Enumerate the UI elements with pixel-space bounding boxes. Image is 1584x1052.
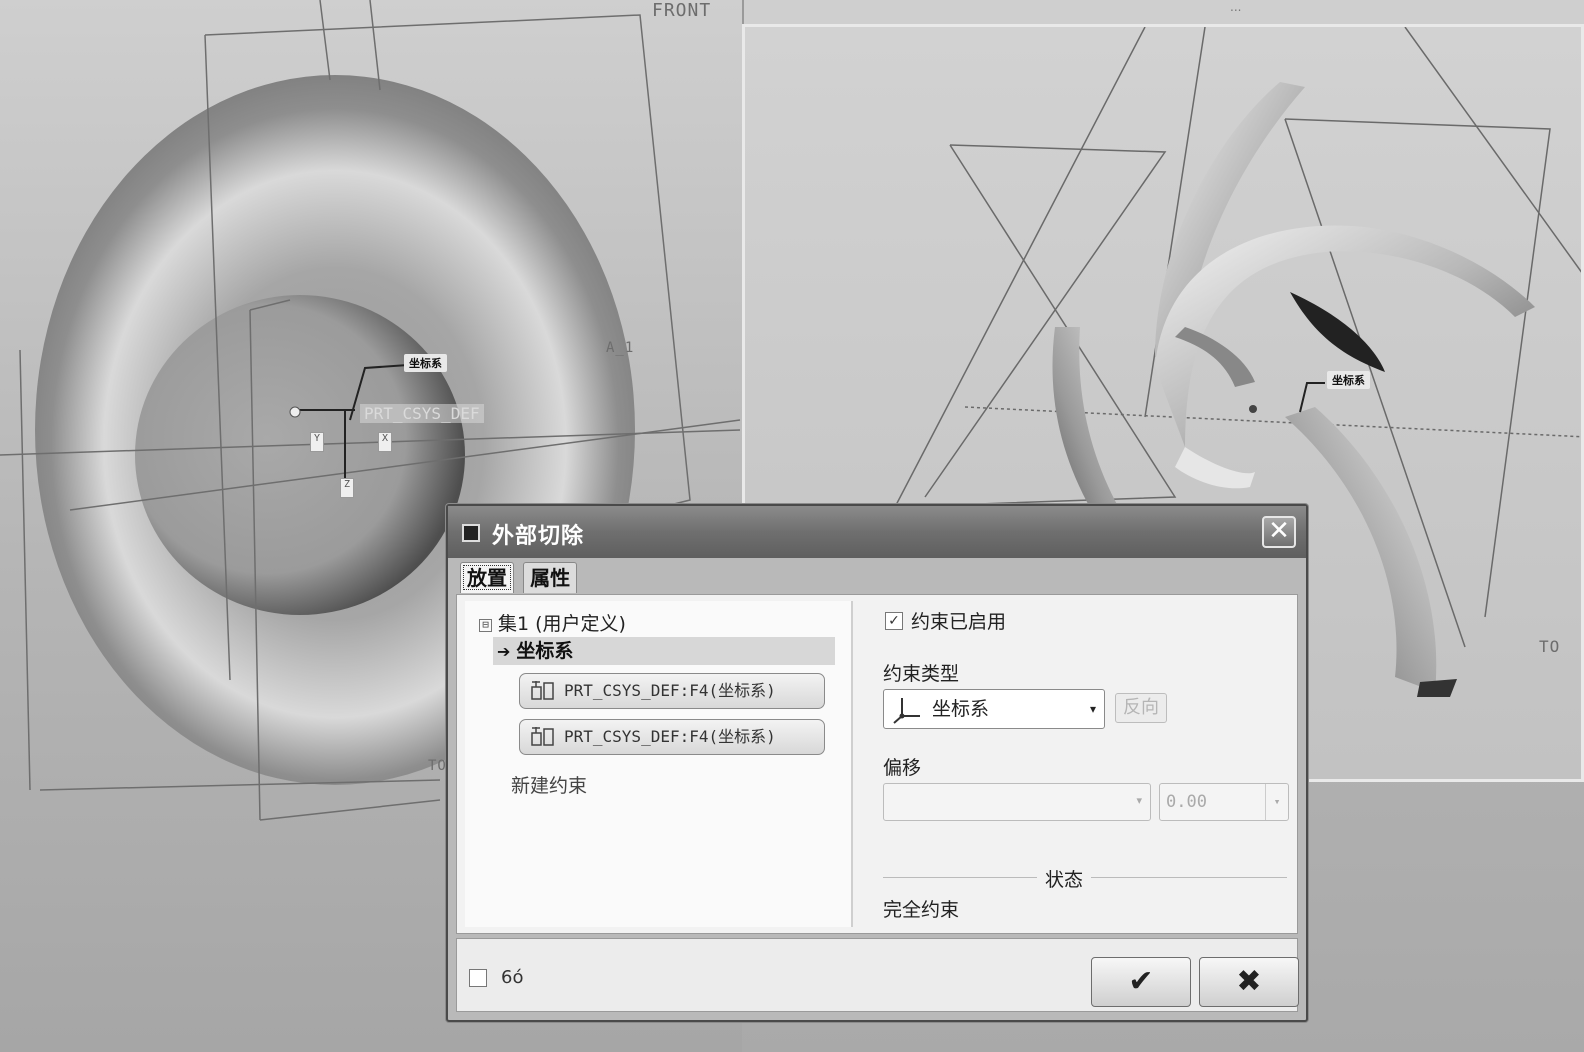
status-heading: 状态 [1037,865,1092,892]
reference-item-component[interactable]: PRT_CSYS_DEF:F4(坐标系) [519,673,825,709]
tree-node-label: 坐标系 [516,640,574,662]
preview-checkbox[interactable] [469,969,487,987]
constraint-type-value: 坐标系 [932,698,990,720]
plane-label-front: FRONT [652,0,712,21]
offset-type-select[interactable]: ▾ [883,783,1151,821]
csys-reference-icon [531,681,554,700]
collapse-toggle-icon[interactable]: ⊟ [479,619,492,632]
offset-label: 偏移 [883,757,922,779]
flip-button[interactable]: 反向 [1115,693,1167,723]
reference-item-label: PRT_CSYS_DEF:F4(坐标系) [564,681,776,700]
tree-root-label: 集1 (用户定义) [498,613,626,635]
new-constraint-item[interactable]: 新建约束 [511,771,587,798]
dialog-title: 外部切除 [492,524,585,549]
constraint-settings: ✓ 约束已启用 约束类型 坐标系 ▾ 反向 偏移 ▾ 0.00 ▾ 状态 完全约… [867,595,1293,931]
tree-node-coordinate-system[interactable]: ➔ 坐标系 [493,637,835,665]
offset-value-input[interactable]: 0.00 ▾ [1159,783,1289,821]
constraint-type-select[interactable]: 坐标系 ▾ [883,689,1105,729]
ok-button[interactable]: ✔ [1091,957,1191,1007]
csys-tag: 坐标系 [404,354,447,372]
constraint-enabled-row[interactable]: ✓ 约束已启用 [885,607,1006,634]
tab-properties[interactable]: 属性 [523,562,578,593]
csys-label: PRT_CSYS_DEF [360,404,484,423]
tab-placement[interactable]: 放置 [460,562,514,593]
chevron-down-icon: ▾ [1089,702,1096,716]
external-cut-dialog: 外部切除 ✕ 放置 属性 ⊟ 集1 (用户定义) ➔ 坐标系 PRT_CSYS_DE… [446,504,1308,1022]
window-icon [462,524,480,542]
offset-value-text: 0.00 [1166,792,1207,812]
constraint-enabled-checkbox[interactable]: ✓ [885,611,903,630]
plane-label-top: TO [428,758,447,774]
preview-glasses-icon[interactable]: 6ó [501,967,523,988]
placement-panel: ⊟ 集1 (用户定义) ➔ 坐标系 PRT_CSYS_DEF:F4(坐标系) P… [456,594,1298,934]
right-csys-tag: 坐标系 [1327,371,1370,389]
chevron-down-icon[interactable]: ▾ [1265,784,1288,820]
chevron-down-icon: ▾ [1136,794,1142,807]
status-text: 完全约束 [883,899,960,921]
dialog-titlebar[interactable]: 外部切除 ✕ [448,506,1306,558]
header-dots: ... [1230,0,1242,14]
dialog-footer: 6ó ✔ ✖ [456,938,1299,1012]
right-viewport-header: ... [742,0,1584,24]
constraint-type-label: 约束类型 [883,663,960,685]
constraint-tree: ⊟ 集1 (用户定义) ➔ 坐标系 PRT_CSYS_DEF:F4(坐标系) P… [465,601,853,927]
csys-axes-icon [893,698,920,724]
close-button[interactable]: ✕ [1262,516,1296,548]
axis-label-x: X [378,432,392,452]
tree-root-set[interactable]: ⊟ 集1 (用户定义) [479,609,626,636]
selected-arrow-icon: ➔ [497,642,511,661]
axis-label-y: Y [310,432,324,452]
csys-reference-icon [531,727,554,746]
dialog-tabs: 放置 属性 [460,562,581,594]
plane-label-a1: A_1 [606,340,635,356]
reference-item-label: PRT_CSYS_DEF:F4(坐标系) [564,727,776,746]
cancel-button[interactable]: ✖ [1199,957,1299,1007]
reference-item-assembly[interactable]: PRT_CSYS_DEF:F4(坐标系) [519,719,825,755]
right-plane-label-top: TO [1539,637,1561,656]
constraint-enabled-label: 约束已启用 [911,611,1007,633]
axis-label-z: Z [340,478,354,498]
